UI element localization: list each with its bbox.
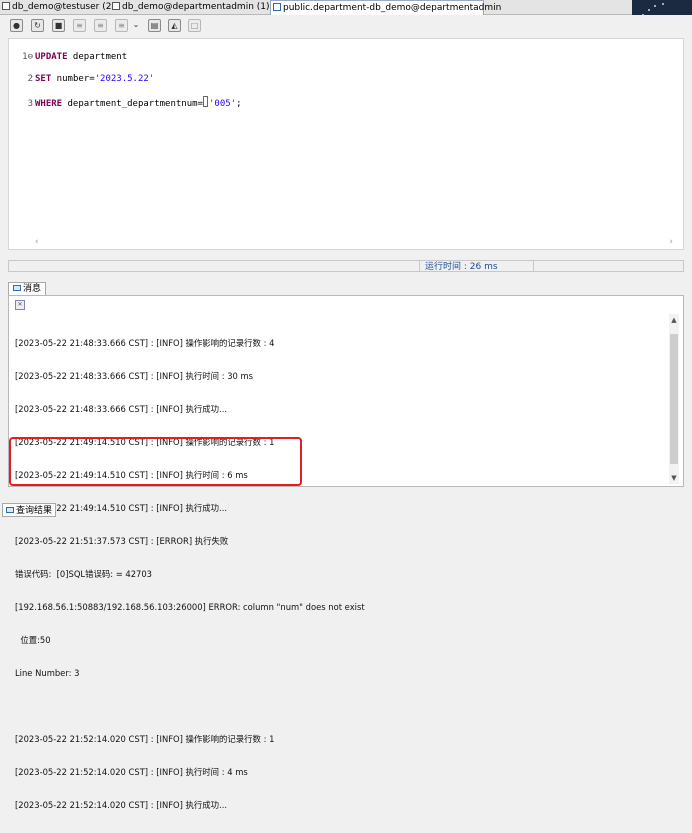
scroll-left-icon[interactable]: ‹ — [35, 237, 39, 247]
results-icon — [6, 507, 14, 513]
chart-icon[interactable]: ◭ — [168, 19, 181, 32]
sql-text: number= — [51, 74, 95, 84]
code-line-3: 3 WHERE department_departmentnum= '005'; — [19, 96, 242, 110]
settings-icon[interactable]: □ — [188, 19, 201, 32]
log-line: [2023-05-22 21:48:33.666 CST] : [INFO] 操… — [15, 338, 275, 348]
tab-label: 查询结果 — [16, 506, 53, 516]
tab-public-department[interactable]: public.department-db_demo@departmentadmi… — [270, 0, 501, 15]
log-line: Line Number: 3 — [15, 668, 80, 678]
messages-panel: ✕ [2023-05-22 21:48:33.666 CST] : [INFO]… — [8, 295, 684, 810]
tab-messages[interactable]: 消息 — [8, 282, 47, 295]
sql-keyword: WHERE — [35, 99, 63, 109]
execute-icon[interactable]: ● — [10, 19, 23, 32]
comment-icon[interactable]: ≡ — [94, 19, 107, 32]
message-icon — [13, 285, 21, 291]
tab-label: db_demo@departmentadmin (1) — [122, 2, 270, 12]
scroll-up-icon[interactable]: ▲ — [669, 316, 679, 324]
code-line-1: 1⊖ UPDATE department — [19, 52, 242, 63]
line-number: 1⊖ — [22, 52, 33, 62]
log-line: [2023-05-22 21:48:33.666 CST] : [INFO] 执… — [15, 404, 228, 414]
status-divider — [419, 261, 420, 271]
sql-text: department — [67, 52, 128, 62]
sql-code[interactable]: 1⊖ UPDATE department 2 SET number='2023.5.… — [19, 41, 242, 132]
status-bar: 运行时间 : 26 ms — [8, 260, 684, 272]
code-line-2: 2 SET number='2023.5.22' — [19, 74, 242, 85]
sql-keyword: SET — [35, 74, 52, 84]
status-divider — [533, 261, 534, 271]
vertical-scrollbar[interactable]: ▲ ▼ — [669, 314, 679, 484]
log-line: [2023-05-22 21:51:37.573 CST] : [ERROR] … — [15, 536, 229, 546]
sql-toolbar: ● ↻ ■ ≡ ≡ ≡ ⌄ ▤ ◭ □ — [0, 15, 692, 37]
sql-string: '2023.5.22' — [94, 74, 155, 84]
sql-keyword: UPDATE — [35, 52, 68, 62]
format-icon[interactable]: ≡ — [73, 19, 86, 32]
line-number: 2 — [27, 74, 33, 84]
tab-label: public.department-db_demo@departmentadmi… — [283, 3, 502, 13]
log-line: [192.168.56.1:50883/192.168.56.103:26000… — [15, 602, 365, 612]
scrollbar-thumb[interactable] — [670, 334, 678, 464]
scroll-down-icon[interactable]: ▼ — [669, 474, 679, 482]
message-log: [2023-05-22 21:48:33.666 CST] : [INFO] 操… — [15, 316, 667, 833]
log-line: 错误代码: [0]SQL错误码: = 42703 — [15, 569, 153, 579]
tab-label: db_demo@testuser (2) — [12, 2, 115, 12]
log-line: [2023-05-22 21:49:14.510 CST] : [INFO] 执… — [15, 503, 228, 513]
sql-file-icon — [112, 2, 120, 10]
sql-file-icon — [2, 2, 10, 10]
clear-log-icon[interactable]: ✕ — [15, 300, 25, 310]
log-line: [2023-05-22 21:52:14.020 CST] : [INFO] 执… — [15, 800, 228, 810]
table-icon — [273, 3, 281, 11]
log-line: 位置:50 — [15, 635, 51, 645]
tab-query-results[interactable]: 查询结果 — [2, 503, 57, 517]
stop-icon[interactable]: ■ — [52, 19, 65, 32]
log-line: [2023-05-22 21:48:33.666 CST] : [INFO] 执… — [15, 371, 254, 381]
editor-tab-bar: db_demo@testuser (2) db_demo@departmenta… — [0, 0, 692, 15]
tab-db-demo-testuser[interactable]: db_demo@testuser (2) — [0, 0, 115, 14]
export-icon[interactable]: ▤ — [148, 19, 161, 32]
sql-editor[interactable]: 1⊖ UPDATE department 2 SET number='2023.5.… — [8, 38, 684, 250]
sql-text: ; — [236, 99, 242, 109]
highlight-annotation — [9, 437, 302, 486]
log-line: [2023-05-22 21:52:14.020 CST] : [INFO] 操… — [15, 734, 275, 744]
tab-label: 消息 — [23, 284, 42, 294]
text-caret — [202, 96, 208, 107]
sql-string: '005' — [208, 99, 237, 109]
scroll-right-icon[interactable]: › — [669, 237, 673, 247]
line-number: 3 — [27, 99, 33, 109]
chevron-down-icon[interactable]: ⌄ — [132, 19, 140, 32]
history-icon[interactable]: ≡ — [115, 19, 128, 32]
tab-db-demo-departmentadmin[interactable]: db_demo@departmentadmin (1)× — [110, 0, 281, 14]
refresh-icon[interactable]: ↻ — [31, 19, 44, 32]
runtime-label: 运行时间 : 26 ms — [425, 262, 498, 272]
log-line: [2023-05-22 21:52:14.020 CST] : [INFO] 执… — [15, 767, 248, 777]
sql-text: department_departmentnum= — [62, 99, 203, 109]
